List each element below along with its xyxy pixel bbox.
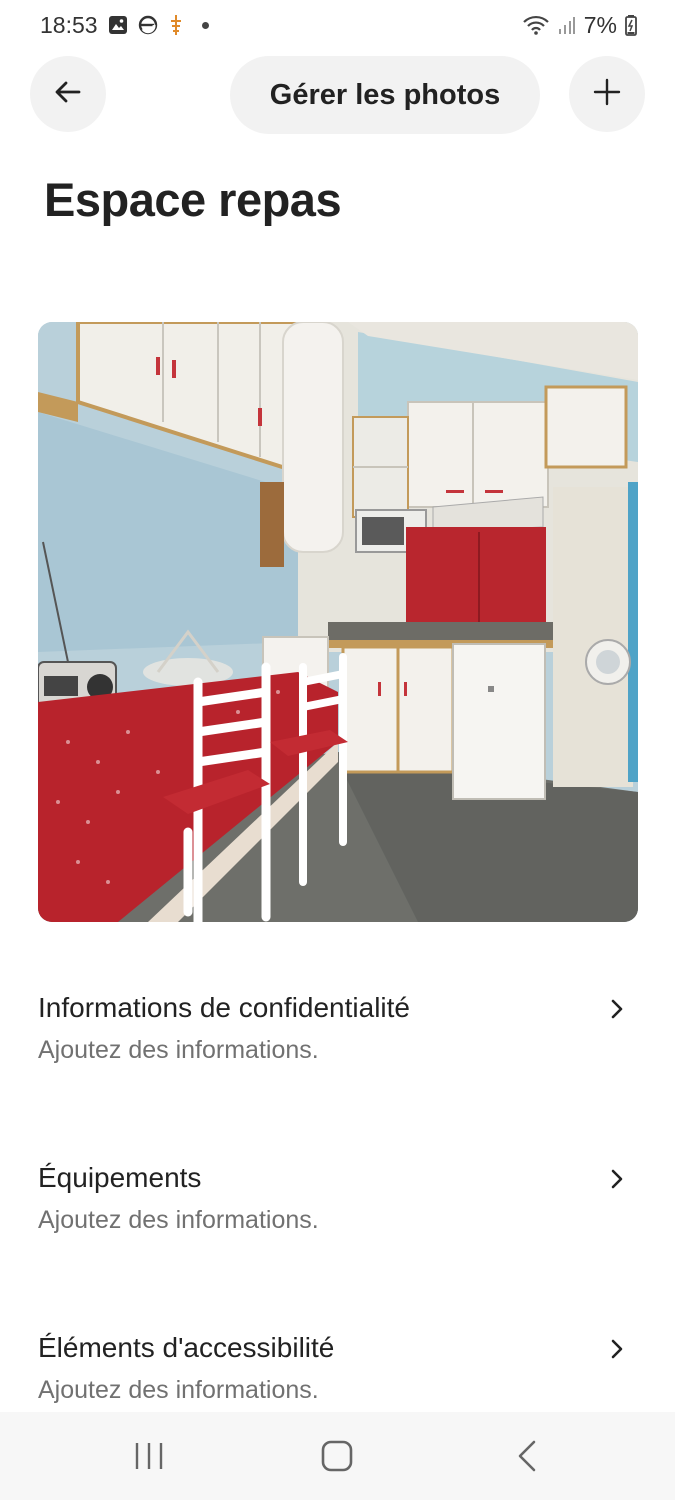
edge-browser-icon	[138, 15, 158, 35]
battery-charging-icon	[625, 14, 637, 36]
chevron-right-icon	[611, 1169, 623, 1189]
manage-photos-button[interactable]: Gérer les photos	[230, 56, 540, 134]
chevron-right-icon	[611, 999, 623, 1019]
kitchen-dining-photo	[38, 322, 638, 922]
signal-icon	[558, 15, 576, 35]
plus-icon	[592, 77, 622, 112]
status-time: 18:53	[40, 11, 98, 38]
home-icon[interactable]	[321, 1440, 353, 1477]
page-title: Espace repas	[44, 173, 342, 226]
notification-dot	[201, 21, 209, 29]
system-navigation-bar	[0, 1412, 675, 1500]
top-action-bar: Gérer les photos	[0, 56, 675, 134]
room-photo[interactable]	[38, 322, 638, 922]
amenities-row[interactable]: Équipements Ajoutez des informations.	[38, 1162, 638, 1272]
row-subtitle: Ajoutez des informations.	[38, 1206, 319, 1234]
row-subtitle: Ajoutez des informations.	[38, 1036, 319, 1064]
status-left: 18:53	[40, 12, 209, 39]
chevron-right-icon	[611, 1339, 623, 1359]
status-right: 7%	[522, 12, 637, 39]
row-subtitle: Ajoutez des informations.	[38, 1376, 319, 1404]
battery-percentage: 7%	[583, 11, 617, 38]
arrow-left-icon	[53, 77, 83, 112]
privacy-info-row[interactable]: Informations de confidentialité Ajoutez …	[38, 992, 638, 1102]
back-icon[interactable]	[514, 1440, 542, 1477]
app-notification-icon	[168, 14, 184, 36]
back-button[interactable]	[30, 56, 106, 132]
row-title: Informations de confidentialité	[38, 992, 410, 1023]
gallery-icon	[108, 15, 128, 35]
wifi-icon	[522, 14, 550, 36]
status-bar: 18:53 7%	[0, 0, 675, 50]
row-title: Éléments d'accessibilité	[38, 1332, 335, 1363]
add-button[interactable]	[569, 56, 645, 132]
row-title: Équipements	[38, 1162, 202, 1193]
recent-apps-icon[interactable]	[133, 1440, 165, 1477]
